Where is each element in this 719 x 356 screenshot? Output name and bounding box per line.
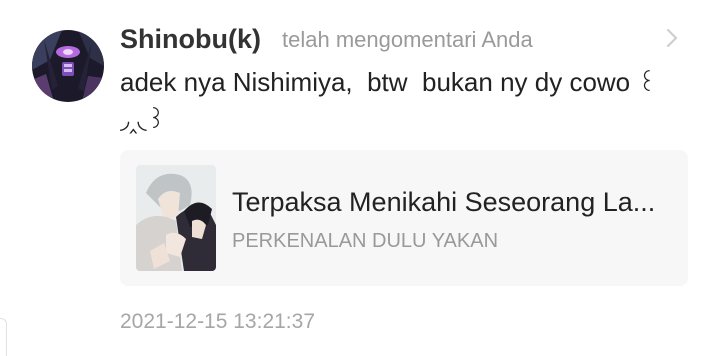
chevron-right-icon[interactable]	[660, 24, 684, 52]
comment-main-text: adek nya Nishimiya, btw bukan ny dy cowo	[120, 67, 638, 97]
next-item-edge	[0, 318, 7, 356]
comment-text: adek nya Nishimiya, btw bukan ny dy cowo…	[120, 64, 680, 138]
card-title: Terpaksa Menikahi Seseorang La...	[232, 187, 656, 217]
comic-thumbnail	[136, 165, 216, 271]
username[interactable]: Shinobu(k)	[120, 22, 261, 56]
avatar-image	[32, 30, 104, 102]
action-text: telah mengomentari Anda	[282, 27, 533, 52]
linked-episode-card[interactable]: Terpaksa Menikahi Seseorang La... PERKEN…	[120, 150, 688, 286]
notification-item: Shinobu(k) telah mengomentari Anda adek …	[0, 0, 719, 356]
comment-emoticon-start: ꒰	[637, 69, 657, 97]
user-avatar[interactable]	[32, 30, 104, 102]
timestamp: 2021-12-15 13:21:37	[120, 310, 315, 333]
comment-emoticon-end: ◞‸◟꒱	[120, 106, 166, 134]
card-subtitle: PERKENALAN DULU YAKAN	[232, 230, 499, 252]
